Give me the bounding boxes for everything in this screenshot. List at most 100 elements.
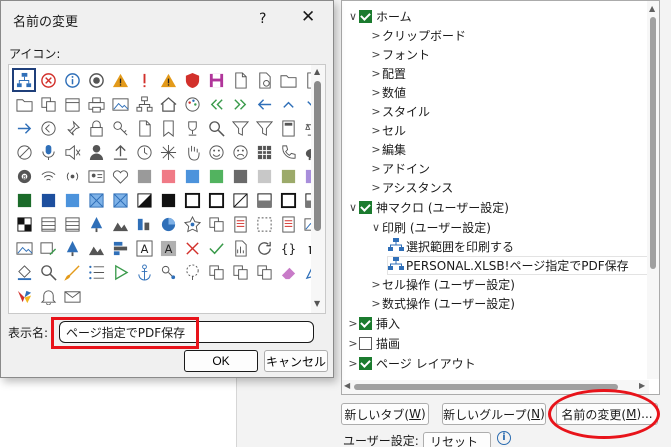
image-edit-icon[interactable]: [36, 236, 60, 260]
double-left-arrow-icon[interactable]: [204, 92, 228, 116]
wifi-icon[interactable]: [36, 164, 60, 188]
tree-item[interactable]: PERSONAL.XLSB!ページ指定でPDF保存: [387, 256, 657, 275]
heart-icon[interactable]: [108, 164, 132, 188]
tree-item[interactable]: > クリップボード: [370, 26, 466, 45]
calculator-icon[interactable]: [276, 116, 300, 140]
chevron-right-icon[interactable]: >: [370, 67, 382, 80]
image-icon[interactable]: [108, 92, 132, 116]
chevron-right-icon[interactable]: >: [370, 29, 382, 42]
chevron-right-icon[interactable]: >: [370, 297, 382, 310]
image-icon[interactable]: [12, 236, 36, 260]
document-chart-icon[interactable]: [228, 236, 252, 260]
reset-button[interactable]: リセット(E): [423, 432, 491, 447]
refresh-icon[interactable]: [252, 236, 276, 260]
snowflake-icon[interactable]: [156, 140, 180, 164]
tree-item[interactable]: > 挿入: [347, 314, 400, 333]
chart-bar-icon[interactable]: [108, 236, 132, 260]
tree-item[interactable]: > 編集: [370, 140, 406, 159]
info-icon[interactable]: [60, 68, 84, 92]
tree-item[interactable]: > アシスタンス: [370, 178, 453, 197]
bar-icon[interactable]: [132, 212, 156, 236]
folder-icon[interactable]: [276, 68, 300, 92]
braces-icon[interactable]: {}: [276, 236, 300, 260]
palette-icon[interactable]: [180, 92, 204, 116]
tree-checkbox[interactable]: [359, 337, 372, 350]
warning-icon[interactable]: [108, 68, 132, 92]
target-icon[interactable]: [84, 68, 108, 92]
chevron-right-icon[interactable]: >: [370, 181, 382, 194]
colors-icon[interactable]: [12, 284, 36, 308]
swatch-green-icon[interactable]: [204, 164, 228, 188]
tree-item[interactable]: ∨ ホーム: [347, 7, 412, 26]
chevron-right-icon[interactable]: >: [370, 48, 382, 61]
tree-checkbox[interactable]: [359, 10, 372, 23]
cancel-button[interactable]: キャンセル: [264, 350, 328, 372]
tree-checkbox[interactable]: [359, 201, 372, 214]
mountain-icon[interactable]: [84, 236, 108, 260]
slash-box-icon[interactable]: [228, 188, 252, 212]
chevron-down-icon[interactable]: ∨: [347, 201, 359, 214]
filter-icon[interactable]: [228, 116, 252, 140]
play-icon[interactable]: [108, 260, 132, 284]
tree-item[interactable]: ∨ 神マクロ (ユーザー設定): [347, 198, 509, 217]
document-icon[interactable]: [228, 68, 252, 92]
sad-face-icon[interactable]: [228, 140, 252, 164]
paint-bucket-icon[interactable]: [12, 260, 36, 284]
list-icon[interactable]: [84, 260, 108, 284]
tree-item[interactable]: > ページ レイアウト: [347, 354, 476, 373]
swatch-blue-icon[interactable]: [180, 164, 204, 188]
tree-item[interactable]: > アドイン: [370, 159, 430, 178]
icon-picker[interactable]: 8AA{}π ▲ ▼: [8, 64, 326, 314]
person-icon[interactable]: [84, 140, 108, 164]
stripe-icon[interactable]: [36, 212, 60, 236]
swatch-dark-blue-icon[interactable]: [36, 188, 60, 212]
right-arrow-icon[interactable]: [12, 116, 36, 140]
doc-list-icon[interactable]: [228, 212, 252, 236]
swatch-dark-green-icon[interactable]: [12, 188, 36, 212]
left-arrow-icon[interactable]: [252, 92, 276, 116]
chevron-up-icon[interactable]: [276, 92, 300, 116]
box-icon[interactable]: [180, 188, 204, 212]
tree-item[interactable]: > 配置: [370, 64, 406, 83]
tree-item[interactable]: > フォント: [370, 45, 430, 64]
ribbon-tree[interactable]: ∨ ホーム > クリップボード > フォント > 配置 > 数値 > スタイル > セル > 編集 > アドイン >…: [341, 0, 660, 395]
chevron-down-icon[interactable]: ∨: [370, 221, 382, 234]
chevron-right-icon[interactable]: >: [370, 143, 382, 156]
chevron-right-icon[interactable]: >: [347, 357, 359, 370]
lasso-icon[interactable]: [180, 260, 204, 284]
dotted-box-icon[interactable]: [252, 212, 276, 236]
document-icon[interactable]: [132, 116, 156, 140]
mute-icon[interactable]: [60, 140, 84, 164]
scroll-up-icon[interactable]: ▲: [649, 4, 655, 13]
pie-chart-icon[interactable]: [156, 212, 180, 236]
chevron-right-icon[interactable]: >: [347, 337, 359, 350]
swatch-gray-icon[interactable]: [132, 164, 156, 188]
new-group-button[interactable]: 新しいグループ(N): [442, 403, 546, 425]
tree-icon[interactable]: [84, 212, 108, 236]
search-icon[interactable]: [204, 116, 228, 140]
key-gear-icon[interactable]: [156, 260, 180, 284]
id-card-icon[interactable]: [84, 164, 108, 188]
lock-icon[interactable]: [84, 116, 108, 140]
brush-icon[interactable]: [60, 260, 84, 284]
tree-vertical-scrollbar[interactable]: ▲: [647, 1, 659, 379]
swatch-pink-icon[interactable]: [156, 164, 180, 188]
swatch-black-icon[interactable]: [156, 188, 180, 212]
chevron-right-icon[interactable]: >: [370, 124, 382, 137]
doc-list-icon[interactable]: [276, 212, 300, 236]
chevron-right-icon[interactable]: >: [370, 86, 382, 99]
scroll-down-icon[interactable]: ▼: [314, 299, 320, 308]
tree-checkbox[interactable]: [359, 317, 372, 330]
box-icon[interactable]: [276, 188, 300, 212]
checker-icon[interactable]: [12, 212, 36, 236]
swatch-dark-gray-icon[interactable]: [228, 164, 252, 188]
tree-horizontal-thumb[interactable]: [354, 384, 618, 390]
upload-icon[interactable]: [108, 140, 132, 164]
smiley-icon[interactable]: [204, 140, 228, 164]
tree-item[interactable]: > セル操作 (ユーザー設定): [370, 275, 515, 294]
help-icon[interactable]: ?: [259, 11, 266, 27]
pattern-icon[interactable]: [108, 188, 132, 212]
tree-item[interactable]: > セル: [370, 121, 406, 140]
macro-icon[interactable]: [12, 68, 36, 92]
warning-icon[interactable]: [156, 68, 180, 92]
